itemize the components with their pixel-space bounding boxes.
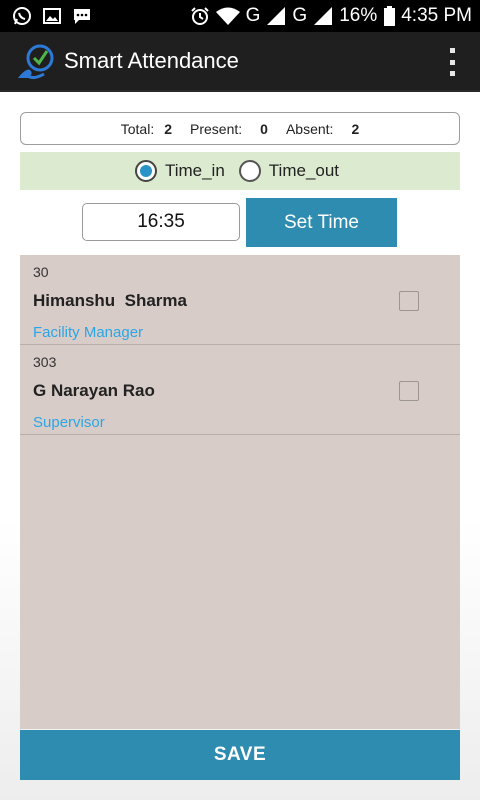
employee-list[interactable]: 30 Himanshu Sharma Facility Manager 303 … <box>20 255 460 729</box>
app-title: Smart Attendance <box>64 48 239 73</box>
time-out-radio[interactable] <box>238 160 261 182</box>
employee-name: G Narayan Rao <box>33 381 155 400</box>
image-icon <box>42 6 62 26</box>
wifi-icon <box>215 6 240 26</box>
status-bar: G G 16% 4:35 PM <box>0 0 480 32</box>
list-item[interactable]: 303 G Narayan Rao Supervisor <box>20 345 460 435</box>
status-bar-right: G G 16% 4:35 PM <box>190 5 472 27</box>
app-bar: Smart Attendance <box>0 32 480 92</box>
whatsapp-icon <box>12 6 32 26</box>
attendance-checkbox[interactable] <box>399 291 419 311</box>
set-time-button[interactable]: Set Time <box>246 198 397 247</box>
save-button[interactable]: SAVE <box>20 730 460 780</box>
employee-id: 303 <box>33 354 57 370</box>
employee-role: Facility Manager <box>33 324 144 341</box>
total-label: Total: <box>120 120 155 137</box>
time-out-label[interactable]: Time_out <box>269 161 339 181</box>
battery-icon <box>383 6 395 26</box>
signal-icon <box>313 6 333 26</box>
message-icon <box>72 6 92 26</box>
total-value: 2 <box>164 120 173 137</box>
employee-name: Himanshu Sharma <box>33 291 187 310</box>
absent-value: 2 <box>351 120 360 137</box>
absent-label: Absent: <box>285 120 334 137</box>
time-in-label[interactable]: Time_in <box>165 161 225 181</box>
alarm-icon <box>190 6 210 26</box>
overflow-menu-icon[interactable] <box>446 48 458 76</box>
attendance-checkbox[interactable] <box>399 381 419 401</box>
present-value: 0 <box>260 120 268 137</box>
present-label: Present: <box>190 120 243 137</box>
attendance-summary: Total: 2 Present: 0 Absent: 2 <box>20 112 460 145</box>
employee-id: 30 <box>33 264 49 280</box>
signal-icon <box>266 6 286 26</box>
network-type-2: G <box>292 5 308 26</box>
list-item[interactable]: 30 Himanshu Sharma Facility Manager <box>20 255 460 345</box>
clock: 4:35 PM <box>401 5 472 26</box>
time-in-radio[interactable] <box>134 160 157 182</box>
employee-role: Supervisor <box>33 414 105 431</box>
status-bar-left <box>12 6 92 26</box>
time-field[interactable]: 16:35 <box>82 203 240 241</box>
time-mode-radio-group: Time_in Time_out <box>20 152 460 190</box>
battery-percent: 16% <box>339 5 378 26</box>
smart-attendance-logo-icon <box>14 38 60 84</box>
network-type-1: G <box>245 5 261 26</box>
